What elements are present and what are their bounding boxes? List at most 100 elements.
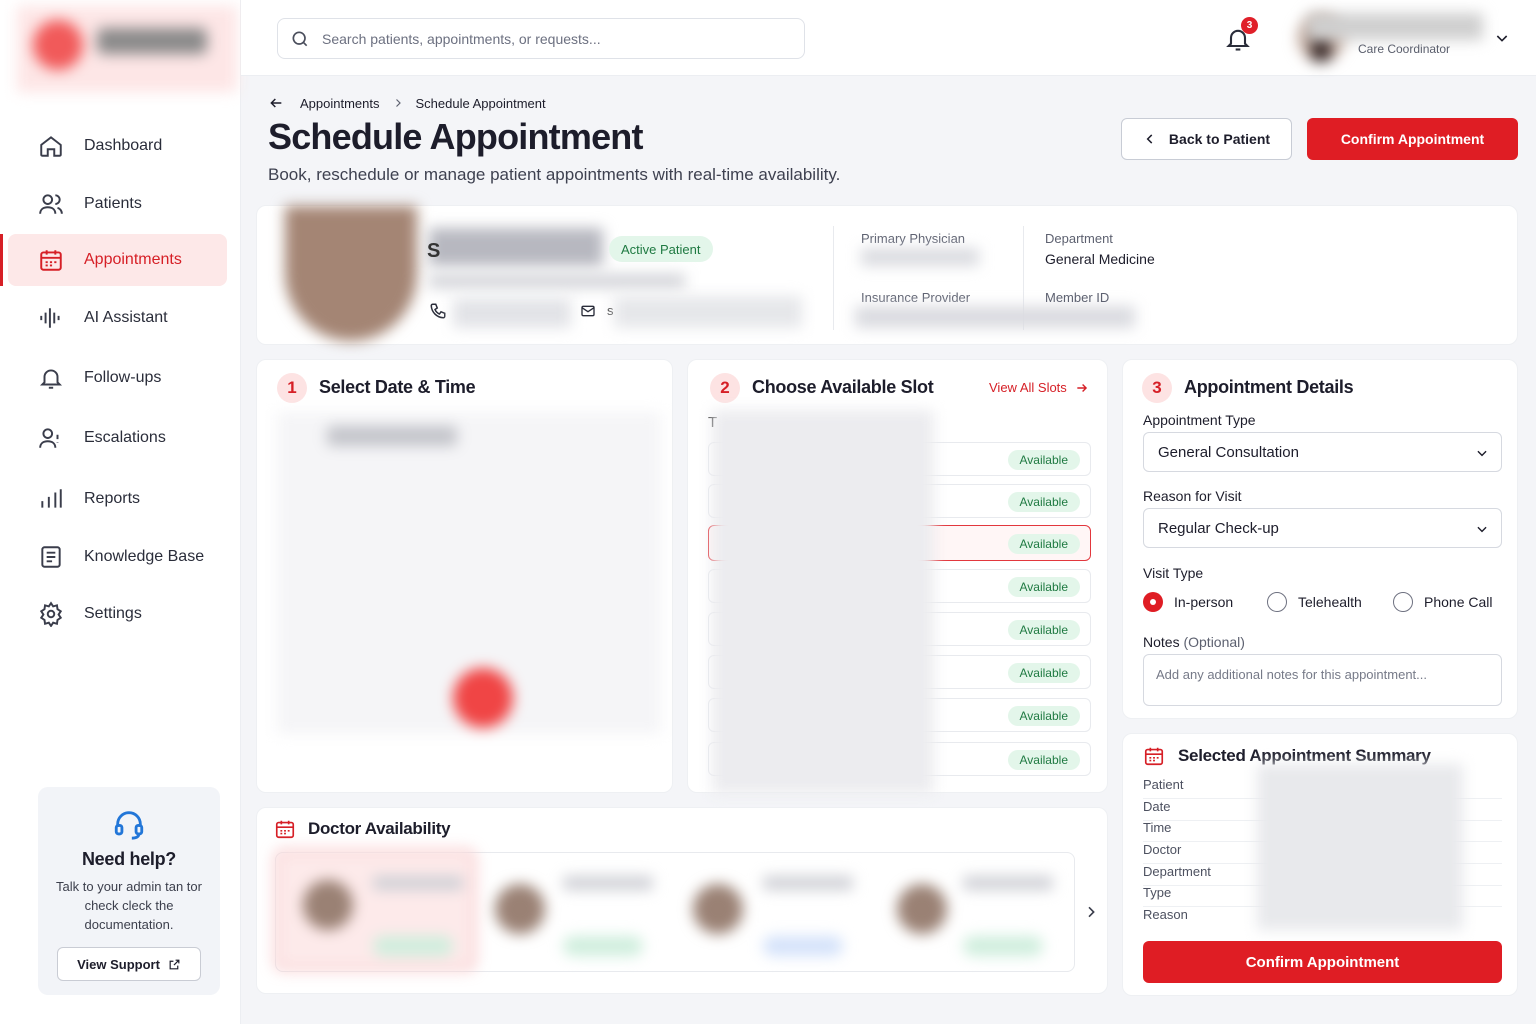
radio-label: In-person: [1174, 594, 1234, 610]
visit-type-phone-call-radio[interactable]: Phone Call: [1393, 592, 1493, 612]
summary-title: Selected Appointment Summary: [1178, 746, 1431, 765]
sidebar-item-reports[interactable]: Reports: [8, 473, 227, 525]
sidebar: Dashboard Patients Appointments AI Assis…: [0, 0, 241, 1024]
bar-chart-icon: [41, 489, 62, 508]
visit-type-in-person-radio[interactable]: In-person: [1143, 592, 1233, 612]
sidebar-item-dashboard[interactable]: Dashboard: [8, 120, 227, 172]
app-logo[interactable]: [17, 6, 237, 92]
external-link-icon: [169, 959, 180, 969]
search-icon: [292, 31, 308, 46]
chevron-down-icon[interactable]: [1494, 30, 1510, 46]
sidebar-item-follow-ups[interactable]: Follow-ups: [8, 352, 227, 404]
primary-physician-label: Primary Physician: [861, 231, 966, 246]
available-badge: Available: [1007, 620, 1080, 640]
view-all-slots-label: View All Slots: [989, 380, 1067, 395]
chevron-down-icon: [1477, 450, 1487, 457]
sidebar-item-patients[interactable]: Patients: [8, 178, 227, 230]
patient-status-badge: Active Patient: [609, 236, 713, 262]
phone-icon: [430, 303, 446, 319]
user-name-redacted: [1307, 13, 1483, 40]
notes-label: Notes (Optional): [1143, 634, 1245, 650]
step-number: 3: [1142, 373, 1172, 403]
department-value: General Medicine: [1045, 251, 1155, 267]
available-badge: Available: [1007, 492, 1080, 512]
patient-phone-redacted: [453, 298, 571, 328]
page-title: Schedule Appointment: [268, 116, 643, 157]
arrow-right-icon: [1077, 383, 1087, 392]
calendar-redacted[interactable]: [277, 412, 661, 734]
member-id-label: Member ID: [1045, 290, 1110, 305]
available-badge: Available: [1007, 450, 1080, 470]
home-icon: [40, 136, 62, 157]
headset-icon: [114, 811, 144, 840]
insurance-provider-label: Insurance Provider: [861, 290, 971, 305]
patient-name-initial: S: [427, 240, 441, 262]
appointment-details-card: 3 Appointment Details Appointment Type G…: [1122, 359, 1518, 719]
choose-slot-card: 2 Choose Available Slot View All Slots T…: [687, 359, 1108, 794]
doctor-cards-redacted[interactable]: [275, 850, 1073, 982]
department-label: Department: [1045, 231, 1113, 246]
reason-select[interactable]: Regular Check-up: [1143, 508, 1502, 548]
sidebar-item-label: AI Assistant: [84, 309, 168, 326]
search-input[interactable]: [322, 30, 762, 47]
sidebar-item-knowledge-base[interactable]: Knowledge Base: [8, 531, 227, 583]
breadcrumb-appointments[interactable]: Appointments: [300, 96, 380, 111]
notes-textarea[interactable]: [1143, 654, 1502, 706]
sidebar-item-ai-assistant[interactable]: AI Assistant: [8, 292, 227, 344]
chevron-right-icon: [395, 99, 401, 107]
insurance-member-redacted: [855, 306, 1135, 328]
topbar: 3 Care Coordinator: [241, 0, 1536, 76]
view-support-button[interactable]: View Support: [57, 947, 201, 981]
book-icon: [41, 546, 61, 568]
summary-confirm-button[interactable]: Confirm Appointment: [1143, 941, 1502, 983]
waveform-icon: [40, 308, 60, 328]
select-date-time-card: 1 Select Date & Time: [256, 359, 673, 793]
chevron-right-icon[interactable]: [1083, 904, 1099, 920]
patient-email-initial: s: [607, 303, 614, 318]
patient-name-redacted: [429, 228, 603, 266]
back-to-patient-button[interactable]: Back to Patient: [1121, 118, 1292, 160]
sidebar-item-appointments[interactable]: Appointments: [0, 234, 227, 286]
visit-type-label: Visit Type: [1143, 565, 1204, 581]
chevron-left-icon: [1146, 134, 1153, 144]
help-text: Talk to your admin tan tor check cleck t…: [56, 879, 202, 932]
users-icon: [39, 194, 63, 214]
sidebar-item-label: Escalations: [84, 429, 166, 446]
appointment-type-select[interactable]: General Consultation: [1143, 432, 1502, 472]
notes-optional: (Optional): [1183, 634, 1245, 650]
calendar-icon: [275, 820, 295, 839]
doctor-availability-card: Doctor Availability: [256, 807, 1108, 994]
sidebar-item-settings[interactable]: Settings: [8, 588, 227, 640]
view-all-slots-link[interactable]: View All Slots: [989, 380, 1089, 395]
step-number: 2: [710, 373, 740, 403]
available-badge: Available: [1007, 750, 1080, 770]
confirm-appointment-button[interactable]: Confirm Appointment: [1307, 118, 1518, 160]
sidebar-item-escalations[interactable]: Escalations: [8, 412, 227, 464]
radio-circle: [1267, 592, 1287, 612]
patient-photo: [285, 206, 417, 341]
patient-email-redacted: [614, 296, 802, 328]
radio-label: Telehealth: [1298, 594, 1362, 610]
calendar-icon: [1144, 747, 1164, 766]
selected-date[interactable]: [453, 668, 513, 728]
patient-info-redacted: [429, 274, 685, 288]
bell-icon: [39, 369, 63, 389]
section-title: Select Date & Time: [319, 377, 476, 397]
primary-physician-redacted: [861, 248, 979, 266]
calendar-icon: [40, 250, 62, 271]
search-bar[interactable]: [277, 18, 805, 59]
sidebar-item-label: Follow-ups: [84, 369, 162, 386]
available-badge: Available: [1007, 534, 1080, 554]
sidebar-item-label: Appointments: [84, 251, 182, 268]
reason-label: Reason for Visit: [1143, 488, 1242, 504]
visit-type-telehealth-radio[interactable]: Telehealth: [1267, 592, 1362, 612]
user-alert-icon: [39, 428, 59, 448]
sidebar-item-label: Dashboard: [84, 137, 163, 154]
appointment-type-value: General Consultation: [1158, 443, 1299, 461]
breadcrumb-current: Schedule Appointment: [415, 95, 546, 111]
section-title: Choose Available Slot: [752, 377, 934, 397]
user-role: Care Coordinator: [1358, 42, 1451, 56]
back-arrow-icon[interactable]: [268, 95, 284, 111]
available-badge: Available: [1007, 663, 1080, 683]
slot-times-redacted: [712, 410, 934, 794]
